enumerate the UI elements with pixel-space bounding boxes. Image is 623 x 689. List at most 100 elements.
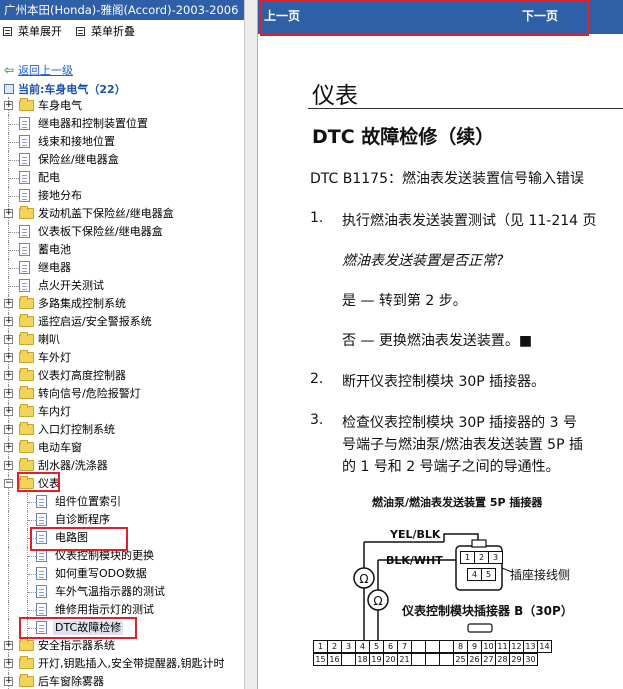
tree-item[interactable]: 仪表控制模块的更换 xyxy=(0,547,244,565)
tree-item-label: 继电器和控制装置位置 xyxy=(38,117,148,130)
tree-item[interactable]: + 开灯,钥匙插入,安全带提醒器,钥匙计时 xyxy=(0,655,244,673)
tree-item[interactable]: 维修用指示灯的测试 xyxy=(0,601,244,619)
tree-item[interactable]: + 仪表灯高度控制器 xyxy=(0,367,244,385)
expand-icon[interactable]: + xyxy=(4,353,13,362)
tree-item-label: 蓄电池 xyxy=(38,243,71,256)
svg-text:Ω: Ω xyxy=(359,572,368,586)
tree-item[interactable]: + 转向信号/危险报警灯 xyxy=(0,385,244,403)
tree-guide-line xyxy=(9,286,19,287)
tree-item[interactable]: 蓄电池 xyxy=(0,241,244,259)
tree-item[interactable]: + 遥控启运/安全警报系统 xyxy=(0,313,244,331)
expand-icon[interactable]: + xyxy=(4,299,13,308)
tree-item[interactable]: + 入口灯控制系统 xyxy=(0,421,244,439)
tree-item[interactable]: + 后车窗除雾器 xyxy=(0,673,244,689)
prev-page-link[interactable]: 上一页 xyxy=(264,7,300,24)
tree-item[interactable]: DTC故障检修 xyxy=(0,619,244,637)
tree-item-label: 维修用指示灯的测试 xyxy=(55,603,154,616)
back-row: ⇦ 返回上一级 xyxy=(4,62,73,78)
connector-pin: 8 xyxy=(453,640,468,653)
tree-guide-line xyxy=(9,232,19,233)
tree-item[interactable]: 继电器 xyxy=(0,259,244,277)
expand-icon[interactable]: + xyxy=(4,389,13,398)
collapse-all-button[interactable]: 菜单折叠 xyxy=(76,23,135,39)
app-window: 广州本田(Honda)-雅阁(Accord)-2003-2006 菜单展开 菜单… xyxy=(0,0,623,689)
tree-item[interactable]: − 仪表 xyxy=(0,475,244,493)
doc-subtitle: DTC 故障检修（续） xyxy=(312,126,495,148)
expand-icon[interactable]: + xyxy=(4,209,13,218)
tree-item[interactable]: + 安全指示器系统 xyxy=(0,637,244,655)
tree-item[interactable]: 接地分布 xyxy=(0,187,244,205)
tree-item[interactable]: 配电 xyxy=(0,169,244,187)
document-icon xyxy=(19,153,30,166)
expand-icon[interactable]: + xyxy=(4,659,13,668)
expand-icon[interactable]: + xyxy=(4,641,13,650)
tree-item[interactable]: + 车身电气 xyxy=(0,97,244,115)
tree-item[interactable]: + 车内灯 xyxy=(0,403,244,421)
connector-pin: 10 xyxy=(481,640,496,653)
connector-pin: 1 xyxy=(313,640,328,653)
folder-icon xyxy=(19,386,34,399)
expand-icon[interactable]: + xyxy=(4,335,13,344)
tree-item-label: 点火开关测试 xyxy=(38,279,104,292)
tree-guide-line xyxy=(8,547,9,565)
folder-icon xyxy=(19,422,34,435)
connector-pin: 1 xyxy=(460,551,475,564)
connector-pin: 18 xyxy=(355,653,370,666)
expand-icon[interactable]: + xyxy=(4,371,13,380)
document-icon xyxy=(19,117,30,130)
expand-icon[interactable]: + xyxy=(4,461,13,470)
connector-pin: 5 xyxy=(481,568,496,581)
tree-item[interactable]: 电路图 xyxy=(0,529,244,547)
expand-icon[interactable]: + xyxy=(4,443,13,452)
expand-icon[interactable]: + xyxy=(4,101,13,110)
connector-key xyxy=(467,623,493,633)
connector-pin: 4 xyxy=(355,640,370,653)
location-icon xyxy=(4,84,14,94)
connector-pin: 26 xyxy=(467,653,482,666)
folder-icon xyxy=(19,98,34,111)
connector-5p-row-top: 123 xyxy=(460,551,503,564)
tree-item[interactable]: + 刮水器/洗涤器 xyxy=(0,457,244,475)
document-icon xyxy=(19,279,30,292)
folder-icon xyxy=(19,206,34,219)
expand-icon[interactable]: + xyxy=(4,677,13,686)
document-icon xyxy=(36,567,47,580)
expand-icon[interactable]: + xyxy=(4,317,13,326)
folder-icon xyxy=(19,314,34,327)
expand-icon[interactable]: + xyxy=(4,425,13,434)
connector-pin xyxy=(411,640,426,653)
next-page-link[interactable]: 下一页 xyxy=(522,7,558,24)
panel-splitter[interactable] xyxy=(244,0,258,689)
tree-guide-line xyxy=(28,628,36,629)
back-link[interactable]: 返回上一级 xyxy=(18,62,73,78)
tree-item[interactable]: 组件位置索引 xyxy=(0,493,244,511)
tree-item[interactable]: 仪表板下保险丝/继电器盒 xyxy=(0,223,244,241)
tree-item-label: 发动机盖下保险丝/继电器盒 xyxy=(38,207,174,220)
tree-guide-line xyxy=(28,574,36,575)
tree-item[interactable]: 保险丝/继电器盒 xyxy=(0,151,244,169)
menu-icon xyxy=(76,26,85,36)
collapse-icon[interactable]: − xyxy=(4,479,13,488)
tree-item[interactable]: 车外气温指示器的测试 xyxy=(0,583,244,601)
tree-item[interactable]: 线束和接地位置 xyxy=(0,133,244,151)
page-nav-bar: 上一页 下一页 xyxy=(258,0,623,34)
tree-item[interactable]: + 电动车窗 xyxy=(0,439,244,457)
tree-item-label: 电动车窗 xyxy=(38,441,82,454)
tree-item[interactable]: 自诊断程序 xyxy=(0,511,244,529)
tree-item[interactable]: + 喇叭 xyxy=(0,331,244,349)
tree-item[interactable]: 继电器和控制装置位置 xyxy=(0,115,244,133)
panel-title: 广州本田(Honda)-雅阁(Accord)-2003-2006 xyxy=(0,0,244,20)
tree-item-label: 配电 xyxy=(38,171,60,184)
tree-item-label: 电路图 xyxy=(55,531,88,544)
tree-item[interactable]: + 发动机盖下保险丝/继电器盒 xyxy=(0,205,244,223)
tree-item[interactable]: + 车外灯 xyxy=(0,349,244,367)
tree-guide-line xyxy=(9,196,19,197)
menu-toolbar: 菜单展开 菜单折叠 xyxy=(0,20,244,42)
tree-item[interactable]: + 多路集成控制系统 xyxy=(0,295,244,313)
tree-item[interactable]: 点火开关测试 xyxy=(0,277,244,295)
step-1-yes: 是 — 转到第 2 步。 xyxy=(342,293,467,309)
expand-all-button[interactable]: 菜单展开 xyxy=(3,23,62,39)
connector-pin: 27 xyxy=(481,653,496,666)
expand-icon[interactable]: + xyxy=(4,407,13,416)
tree-item[interactable]: 如何重写ODO数据 xyxy=(0,565,244,583)
